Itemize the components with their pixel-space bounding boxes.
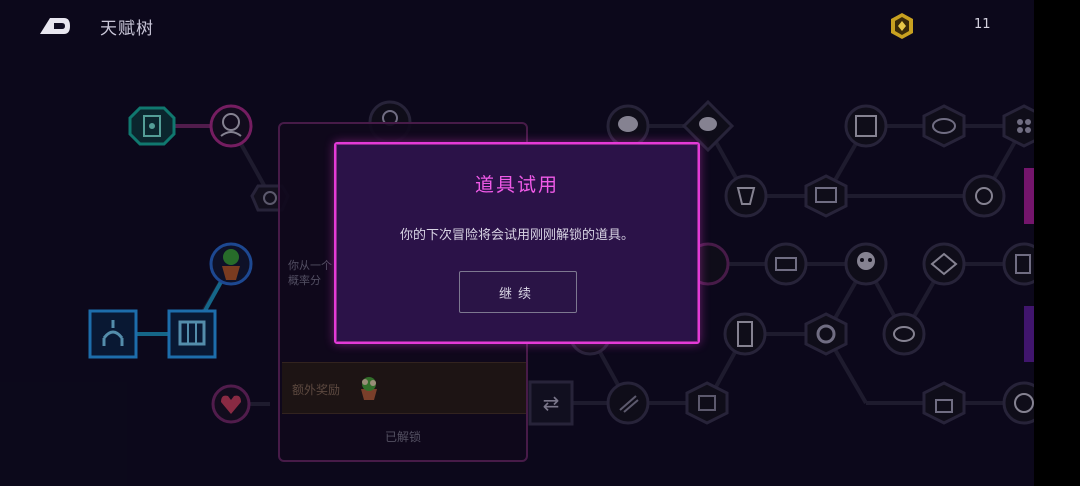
currency-count: 11 bbox=[974, 17, 991, 32]
gem-coin-icon bbox=[891, 13, 913, 39]
talent-tree-screen: ⇄ 你从一个 概率分 额外奖励 已解锁 天赋树 11 道具试用 你的下次冒险将会… bbox=[0, 0, 1080, 486]
dialog-title: 道具试用 bbox=[474, 174, 559, 196]
item-trial-dialog: 道具试用 你的下次冒险将会试用刚刚解锁的道具。 继续 bbox=[334, 142, 700, 344]
screen-edge-bar bbox=[1034, 0, 1080, 486]
dialog-message: 你的下次冒险将会试用刚刚解锁的道具。 bbox=[399, 228, 634, 243]
back-arrow-icon[interactable] bbox=[36, 14, 72, 38]
continue-button[interactable]: 继续 bbox=[459, 271, 577, 313]
page-title: 天赋树 bbox=[100, 19, 154, 39]
